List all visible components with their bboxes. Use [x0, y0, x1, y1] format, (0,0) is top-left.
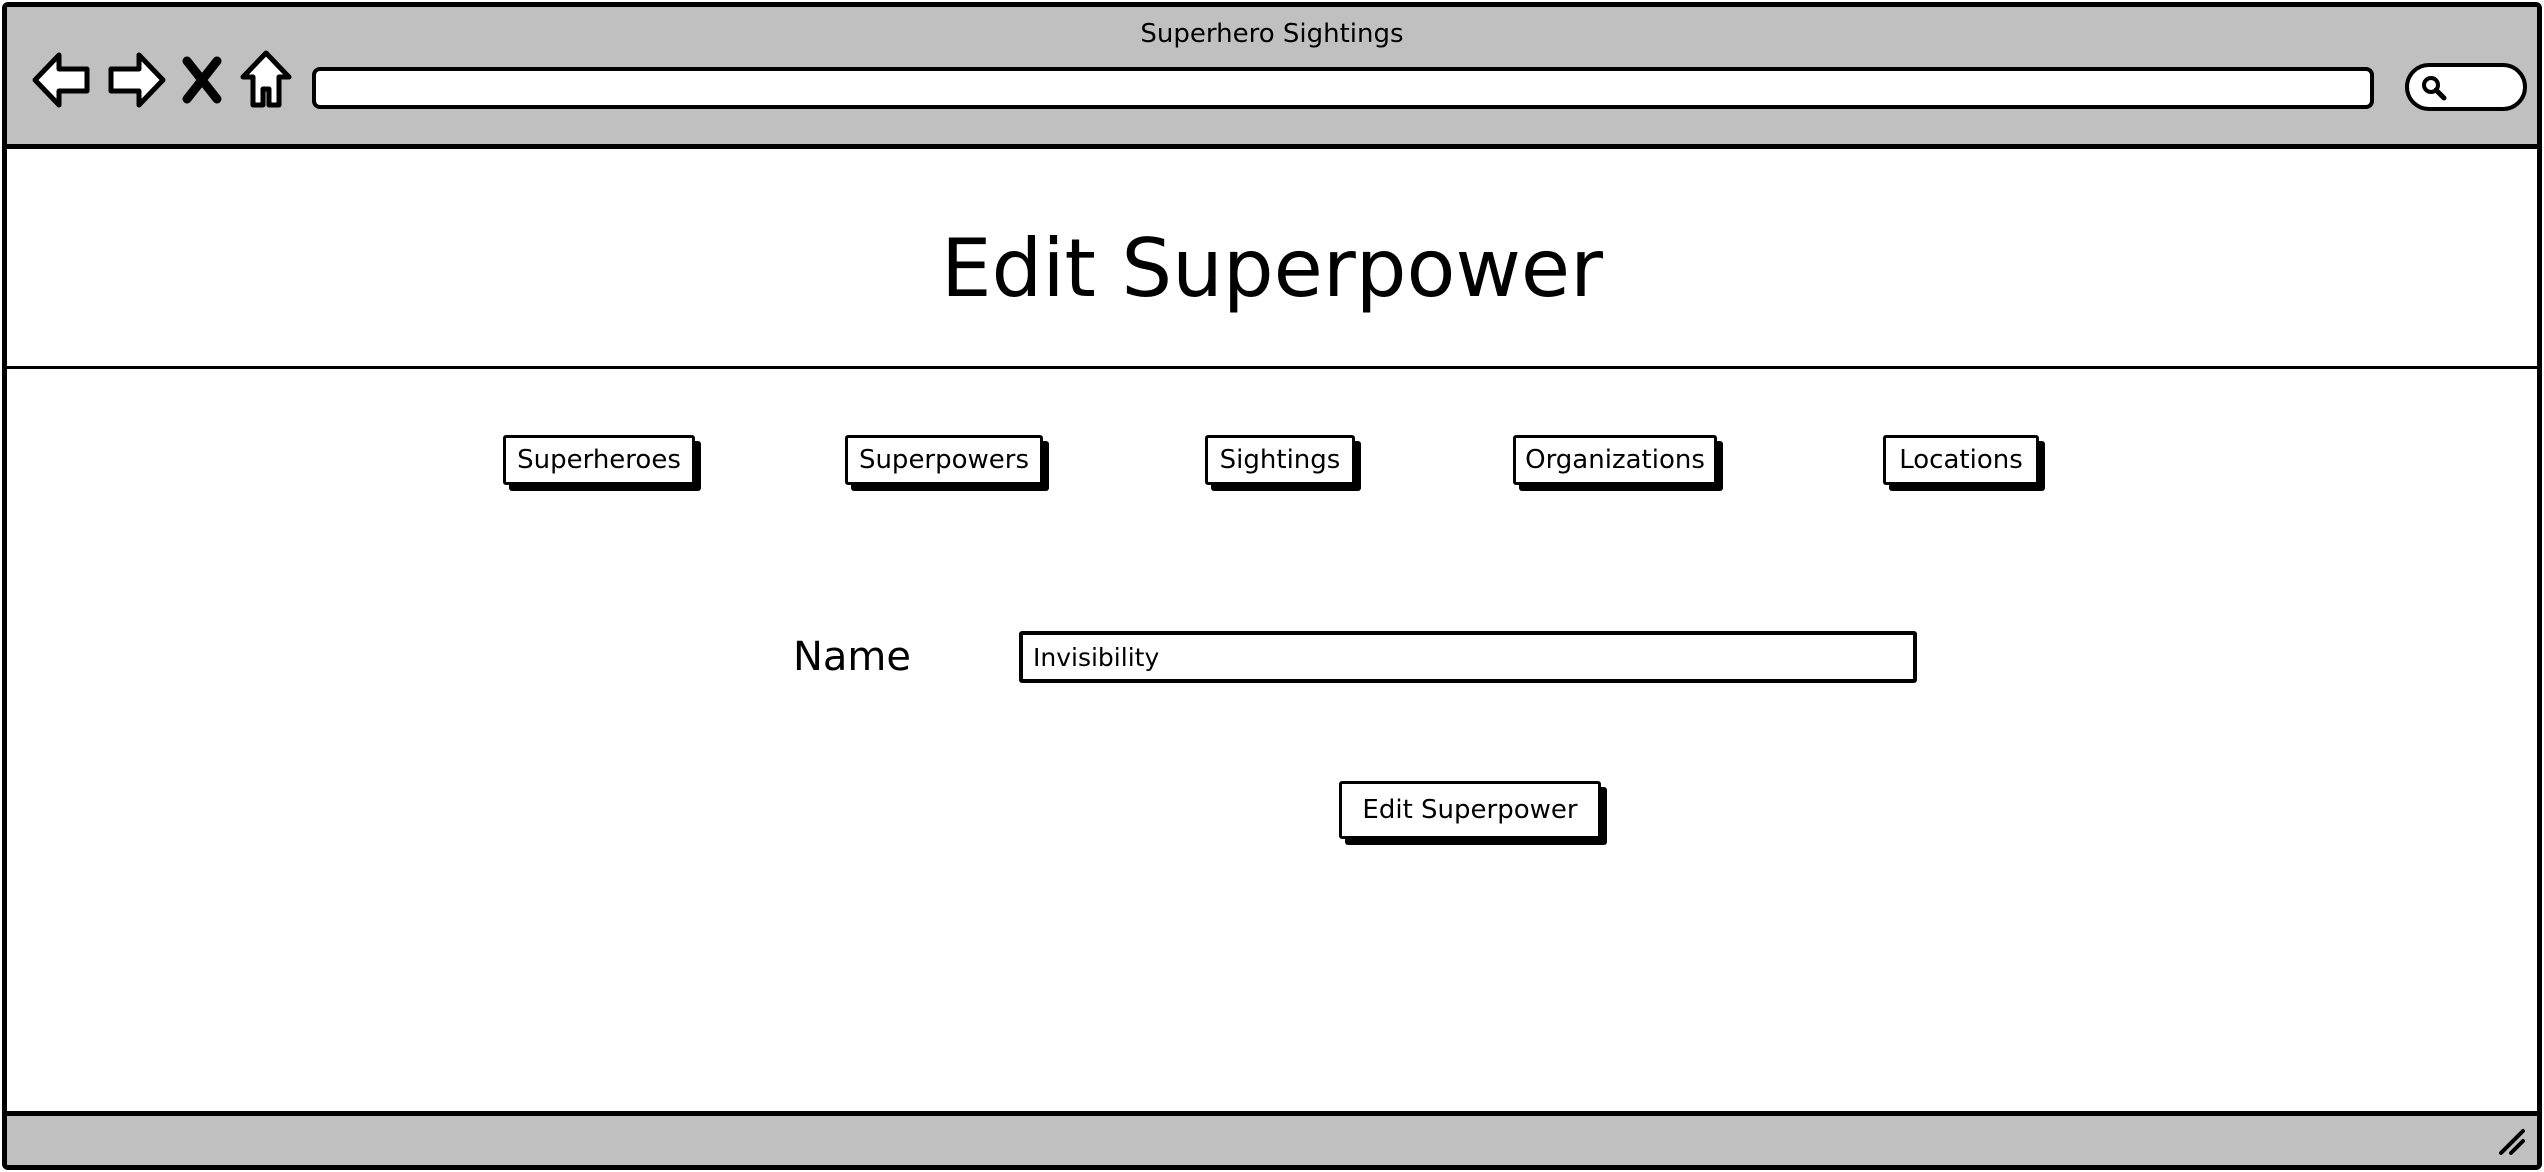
home-button[interactable]: [235, 49, 297, 111]
close-icon: [182, 56, 222, 104]
nav-superpowers-button[interactable]: Superpowers: [845, 435, 1043, 485]
page-header: Edit Superpower: [7, 149, 2537, 369]
nav-sightings-button[interactable]: Sightings: [1205, 435, 1355, 485]
name-input[interactable]: [1019, 631, 1917, 683]
forward-button[interactable]: [105, 49, 167, 111]
edit-superpower-button[interactable]: Edit Superpower: [1339, 781, 1601, 839]
stop-button[interactable]: [179, 49, 225, 111]
back-button[interactable]: [31, 49, 93, 111]
nav-locations-button[interactable]: Locations: [1883, 435, 2039, 485]
arrow-right-icon: [108, 52, 166, 108]
resize-grip[interactable]: [2495, 1125, 2527, 1157]
search-icon: [2422, 76, 2447, 101]
status-bar: [7, 1111, 2537, 1165]
nav-organizations-button[interactable]: Organizations: [1513, 435, 1717, 485]
browser-search-button[interactable]: [2405, 63, 2527, 111]
arrow-left-icon: [32, 52, 90, 108]
resize-grip-icon: [2499, 1129, 2525, 1155]
nav-superheroes-button[interactable]: Superheroes: [503, 435, 695, 485]
browser-window: Superhero Sightings Edit Superpower Supe…: [2, 2, 2542, 1170]
browser-chrome: Superhero Sightings: [7, 7, 2537, 149]
page-title: Edit Superpower: [941, 222, 1603, 315]
window-title: Superhero Sightings: [1140, 19, 1404, 49]
address-bar[interactable]: [312, 67, 2374, 109]
name-label: Name: [793, 634, 912, 680]
home-icon: [240, 50, 292, 108]
